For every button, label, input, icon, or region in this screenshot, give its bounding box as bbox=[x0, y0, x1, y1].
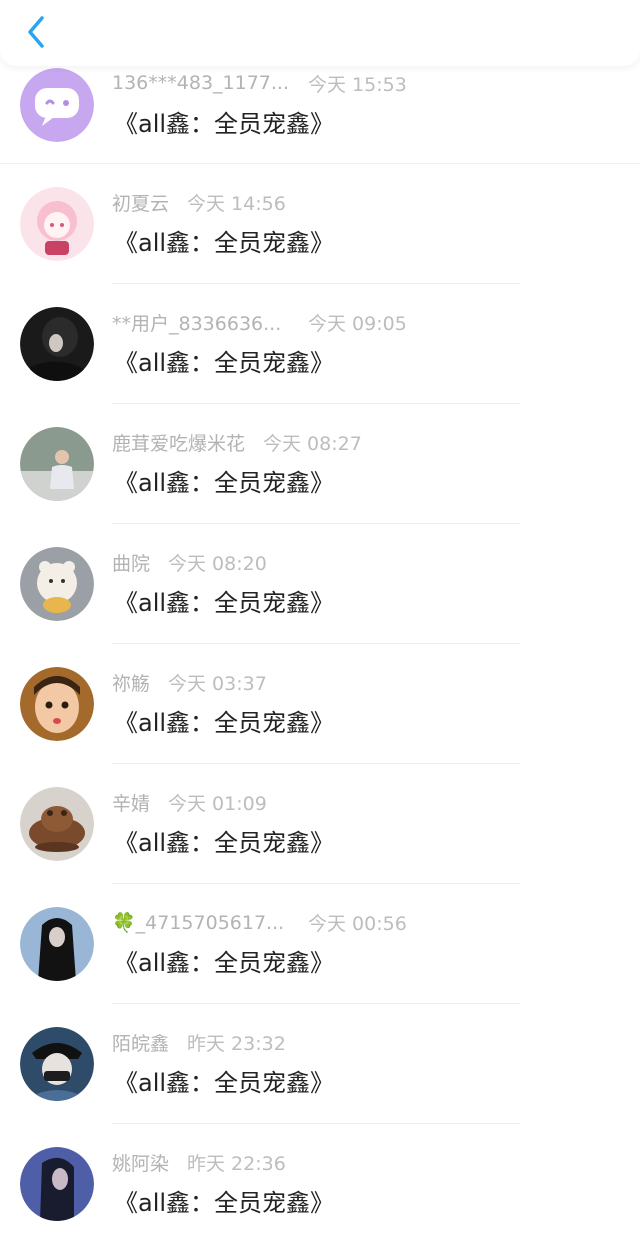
comment-text: 《all鑫：全员宠鑫》 bbox=[114, 949, 335, 977]
timestamp: 昨天 23:32 bbox=[187, 1032, 286, 1055]
username[interactable]: 136***483_1177... bbox=[112, 72, 290, 94]
list-item[interactable]: 祢觞 今天 03:37 《all鑫：全员宠鑫》 bbox=[0, 644, 640, 764]
comment-meta: 辛婧 今天 01:09 bbox=[112, 789, 267, 815]
avatar[interactable] bbox=[20, 1027, 94, 1101]
comment-meta: **用户_8336636... 今天 09:05 bbox=[112, 309, 407, 335]
comment-meta: 曲院 今天 08:20 bbox=[112, 549, 267, 575]
comment-meta: 陌皖鑫 昨天 23:32 bbox=[112, 1029, 286, 1055]
avatar[interactable] bbox=[20, 667, 94, 741]
avatar[interactable] bbox=[20, 787, 94, 861]
timestamp: 今天 03:37 bbox=[168, 672, 267, 695]
avatar[interactable] bbox=[20, 307, 94, 381]
username[interactable]: 陌皖鑫 bbox=[112, 1029, 169, 1056]
top-bar bbox=[0, 0, 640, 66]
comment-text: 《all鑫：全员宠鑫》 bbox=[114, 829, 335, 857]
comment-meta: 鹿茸爱吃爆米花 今天 08:27 bbox=[112, 429, 362, 455]
timestamp: 今天 14:56 bbox=[187, 192, 286, 215]
list-item[interactable]: 曲院 今天 08:20 《all鑫：全员宠鑫》 bbox=[0, 524, 640, 644]
comment-meta: 姚阿染 昨天 22:36 bbox=[112, 1149, 286, 1175]
list-item[interactable]: 🍀_4715705617... 今天 00:56 《all鑫：全员宠鑫》 bbox=[0, 884, 640, 1004]
username[interactable]: 初夏云 bbox=[112, 189, 169, 216]
list-item[interactable]: 陌皖鑫 昨天 23:32 《all鑫：全员宠鑫》 bbox=[0, 1004, 640, 1124]
comment-meta: 祢觞 今天 03:37 bbox=[112, 669, 267, 695]
avatar[interactable] bbox=[20, 547, 94, 621]
list-item[interactable]: 辛婧 今天 01:09 《all鑫：全员宠鑫》 bbox=[0, 764, 640, 884]
username[interactable]: 曲院 bbox=[112, 549, 150, 576]
comment-text: 《all鑫：全员宠鑫》 bbox=[114, 110, 335, 138]
timestamp: 今天 08:27 bbox=[263, 432, 362, 455]
timestamp: 今天 08:20 bbox=[168, 552, 267, 575]
comment-meta: 136***483_1177... 今天 15:53 bbox=[112, 70, 407, 96]
comment-text: 《all鑫：全员宠鑫》 bbox=[114, 229, 335, 257]
timestamp: 今天 01:09 bbox=[168, 792, 267, 815]
comment-text: 《all鑫：全员宠鑫》 bbox=[114, 469, 335, 497]
comment-meta: 🍀_4715705617... 今天 00:56 bbox=[112, 909, 407, 935]
timestamp: 今天 15:53 bbox=[308, 73, 407, 96]
avatar[interactable] bbox=[20, 68, 94, 142]
list-item[interactable]: 鹿茸爱吃爆米花 今天 08:27 《all鑫：全员宠鑫》 bbox=[0, 404, 640, 524]
avatar[interactable] bbox=[20, 1147, 94, 1221]
avatar[interactable] bbox=[20, 427, 94, 501]
comment-text: 《all鑫：全员宠鑫》 bbox=[114, 1189, 335, 1217]
avatar[interactable] bbox=[20, 907, 94, 981]
back-button[interactable] bbox=[18, 12, 54, 52]
list-item[interactable]: 初夏云 今天 14:56 《all鑫：全员宠鑫》 bbox=[0, 164, 640, 284]
username[interactable]: 祢觞 bbox=[112, 669, 150, 696]
list-item[interactable]: **用户_8336636... 今天 09:05 《all鑫：全员宠鑫》 bbox=[0, 284, 640, 404]
comment-text: 《all鑫：全员宠鑫》 bbox=[114, 1069, 335, 1097]
username[interactable]: 🍀_4715705617... bbox=[112, 911, 290, 934]
username[interactable]: 辛婧 bbox=[112, 789, 150, 816]
comment-text: 《all鑫：全员宠鑫》 bbox=[114, 709, 335, 737]
username[interactable]: **用户_8336636... bbox=[112, 309, 290, 336]
comment-meta: 初夏云 今天 14:56 bbox=[112, 189, 286, 215]
list-item[interactable]: 136***483_1177... 今天 15:53 《all鑫：全员宠鑫》 bbox=[0, 52, 640, 164]
timestamp: 昨天 22:36 bbox=[187, 1152, 286, 1175]
username[interactable]: 鹿茸爱吃爆米花 bbox=[112, 429, 245, 456]
comment-text: 《all鑫：全员宠鑫》 bbox=[114, 589, 335, 617]
timestamp: 今天 09:05 bbox=[308, 312, 407, 335]
comment-list: 136***483_1177... 今天 15:53 《all鑫：全员宠鑫》 初… bbox=[0, 52, 640, 1244]
timestamp: 今天 00:56 bbox=[308, 912, 407, 935]
chevron-left-icon bbox=[28, 16, 44, 48]
list-item[interactable]: 姚阿染 昨天 22:36 《all鑫：全员宠鑫》 bbox=[0, 1124, 640, 1244]
comment-text: 《all鑫：全员宠鑫》 bbox=[114, 349, 335, 377]
username[interactable]: 姚阿染 bbox=[112, 1149, 169, 1176]
avatar[interactable] bbox=[20, 187, 94, 261]
